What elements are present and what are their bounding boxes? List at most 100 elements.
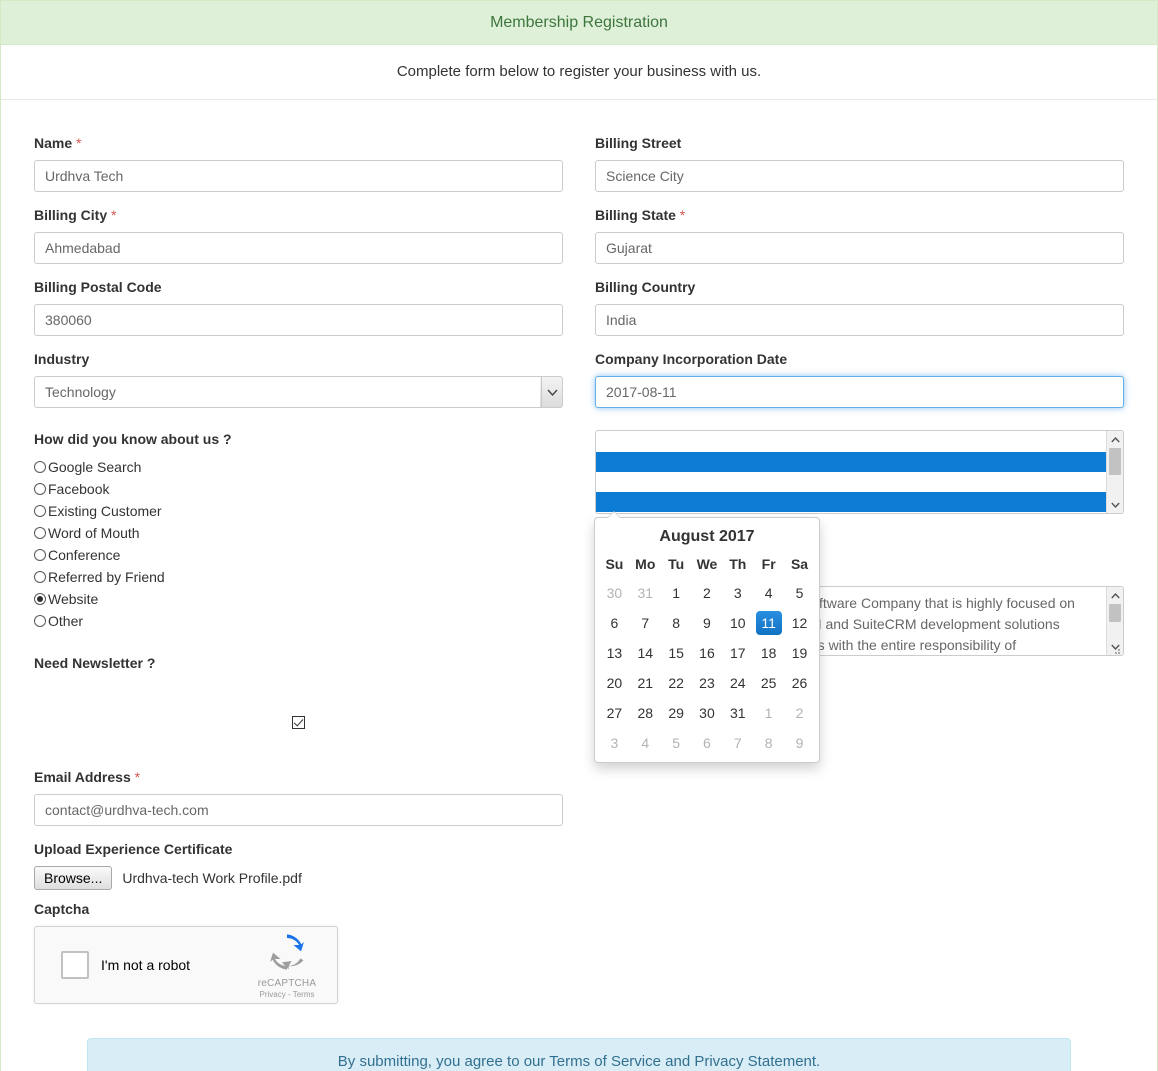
datepicker-day[interactable]: 3 [599, 728, 630, 758]
radio-option-7[interactable]: Other [34, 610, 563, 632]
radio-button-icon[interactable] [34, 505, 46, 517]
listbox-scroll-track[interactable] [1107, 448, 1123, 496]
datepicker-day[interactable]: 25 [753, 668, 784, 698]
textarea-scroll-thumb[interactable] [1109, 604, 1121, 622]
datepicker-day-label: 16 [699, 645, 715, 661]
listbox-scroll-thumb[interactable] [1109, 448, 1121, 475]
datepicker-day[interactable]: 16 [692, 638, 723, 668]
datepicker-day[interactable]: 5 [784, 578, 815, 608]
label-email-text: Email Address [34, 769, 131, 785]
recaptcha-widget[interactable]: I'm not a robot reCAPTCHA Privacy - Term… [34, 926, 338, 1004]
datepicker-day[interactable]: 21 [630, 668, 661, 698]
datepicker-day[interactable]: 6 [599, 608, 630, 638]
billing-postal-code-input[interactable] [34, 304, 563, 336]
datepicker-day[interactable]: 20 [599, 668, 630, 698]
recaptcha-legal-links[interactable]: Privacy - Terms [249, 990, 325, 999]
radio-option-4[interactable]: Conference [34, 544, 563, 566]
multi-select-listbox[interactable] [595, 430, 1124, 514]
datepicker-day[interactable]: 2 [692, 578, 723, 608]
datepicker-day-selected[interactable]: 11 [753, 608, 784, 638]
datepicker-day[interactable]: 8 [661, 608, 692, 638]
listbox-option-0[interactable] [596, 432, 1106, 452]
datepicker-day[interactable]: 15 [661, 638, 692, 668]
scroll-down-icon[interactable] [1107, 496, 1123, 513]
browse-button[interactable]: Browse... [34, 866, 113, 890]
datepicker-day[interactable]: 24 [722, 668, 753, 698]
datepicker-day[interactable]: 9 [784, 728, 815, 758]
datepicker-day[interactable]: 12 [784, 608, 815, 638]
datepicker-day[interactable]: 13 [599, 638, 630, 668]
listbox-option-2[interactable] [596, 472, 1106, 492]
datepicker-day[interactable]: 1 [753, 698, 784, 728]
recaptcha-checkbox[interactable] [61, 951, 89, 979]
radio-option-5[interactable]: Referred by Friend [34, 566, 563, 588]
datepicker-day[interactable]: 18 [753, 638, 784, 668]
datepicker-day[interactable]: 10 [722, 608, 753, 638]
datepicker-day[interactable]: 3 [722, 578, 753, 608]
datepicker-day[interactable]: 27 [599, 698, 630, 728]
weekday-header: Mo [635, 556, 656, 572]
datepicker-day[interactable]: 4 [753, 578, 784, 608]
uploaded-filename: Urdhva-tech Work Profile.pdf [122, 870, 302, 886]
billing-country-input[interactable] [595, 304, 1124, 336]
industry-select[interactable]: Technology [34, 376, 563, 408]
datepicker-day[interactable]: 5 [661, 728, 692, 758]
radio-button-icon[interactable] [34, 527, 46, 539]
textarea-scroll-track[interactable] [1107, 604, 1123, 638]
radio-button-icon[interactable] [34, 549, 46, 561]
listbox-scrollbar[interactable] [1106, 431, 1123, 513]
datepicker-month-title[interactable]: August 2017 [599, 522, 815, 554]
billing-city-input[interactable] [34, 232, 563, 264]
datepicker-day[interactable]: 30 [692, 698, 723, 728]
name-input[interactable] [34, 160, 563, 192]
datepicker-day[interactable]: 29 [661, 698, 692, 728]
datepicker-day[interactable]: 7 [630, 608, 661, 638]
scroll-up-icon[interactable] [1107, 587, 1123, 604]
billing-street-input[interactable] [595, 160, 1124, 192]
radio-option-2[interactable]: Existing Customer [34, 500, 563, 522]
radio-option-label: Other [48, 613, 84, 629]
datepicker-popup[interactable]: August 2017 Su Mo Tu We Th Fr Sa 30 31 1 2 3 4 5 6 7 8 9… [594, 511, 820, 763]
listbox-option-1[interactable] [596, 452, 1106, 472]
datepicker-week-row: 3 4 5 6 7 8 9 [599, 728, 815, 758]
datepicker-day[interactable]: 7 [722, 728, 753, 758]
datepicker-day[interactable]: 14 [630, 638, 661, 668]
datepicker-day[interactable]: 9 [692, 608, 723, 638]
datepicker-day-label: 11 [755, 611, 782, 635]
incorporation-date-input[interactable] [595, 376, 1124, 408]
datepicker-day[interactable]: 30 [599, 578, 630, 608]
radio-option-1[interactable]: Facebook [34, 478, 563, 500]
label-billing-state-text: Billing State [595, 207, 676, 223]
datepicker-day[interactable]: 17 [722, 638, 753, 668]
datepicker-day[interactable]: 19 [784, 638, 815, 668]
radio-button-icon[interactable] [34, 571, 46, 583]
datepicker-day[interactable]: 6 [692, 728, 723, 758]
newsletter-checkbox-wrapper [34, 680, 563, 732]
datepicker-day[interactable]: 31 [722, 698, 753, 728]
listbox-option-3[interactable] [596, 492, 1106, 512]
newsletter-checkbox[interactable] [292, 716, 305, 730]
radio-button-icon[interactable] [34, 461, 46, 473]
radio-button-icon[interactable] [34, 483, 46, 495]
datepicker-day[interactable]: 23 [692, 668, 723, 698]
datepicker-day-label: 8 [764, 735, 773, 751]
datepicker-day[interactable]: 8 [753, 728, 784, 758]
datepicker-day[interactable]: 22 [661, 668, 692, 698]
datepicker-day[interactable]: 1 [661, 578, 692, 608]
radio-button-icon[interactable] [34, 593, 46, 605]
datepicker-day[interactable]: 2 [784, 698, 815, 728]
radio-option-3[interactable]: Word of Mouth [34, 522, 563, 544]
radio-option-0[interactable]: Google Search [34, 456, 563, 478]
radio-option-6[interactable]: Website [34, 588, 563, 610]
billing-state-input[interactable] [595, 232, 1124, 264]
resize-grip-icon[interactable] [1112, 645, 1121, 654]
datepicker-day[interactable]: 31 [630, 578, 661, 608]
datepicker-day[interactable]: 28 [630, 698, 661, 728]
datepicker-day[interactable]: 26 [784, 668, 815, 698]
radio-button-icon[interactable] [34, 615, 46, 627]
datepicker-day[interactable]: 4 [630, 728, 661, 758]
field-billing-state: Billing State * [595, 206, 1124, 264]
scroll-up-icon[interactable] [1107, 431, 1123, 448]
email-input[interactable] [34, 794, 563, 826]
datepicker-week-row: 13 14 15 16 17 18 19 [599, 638, 815, 668]
